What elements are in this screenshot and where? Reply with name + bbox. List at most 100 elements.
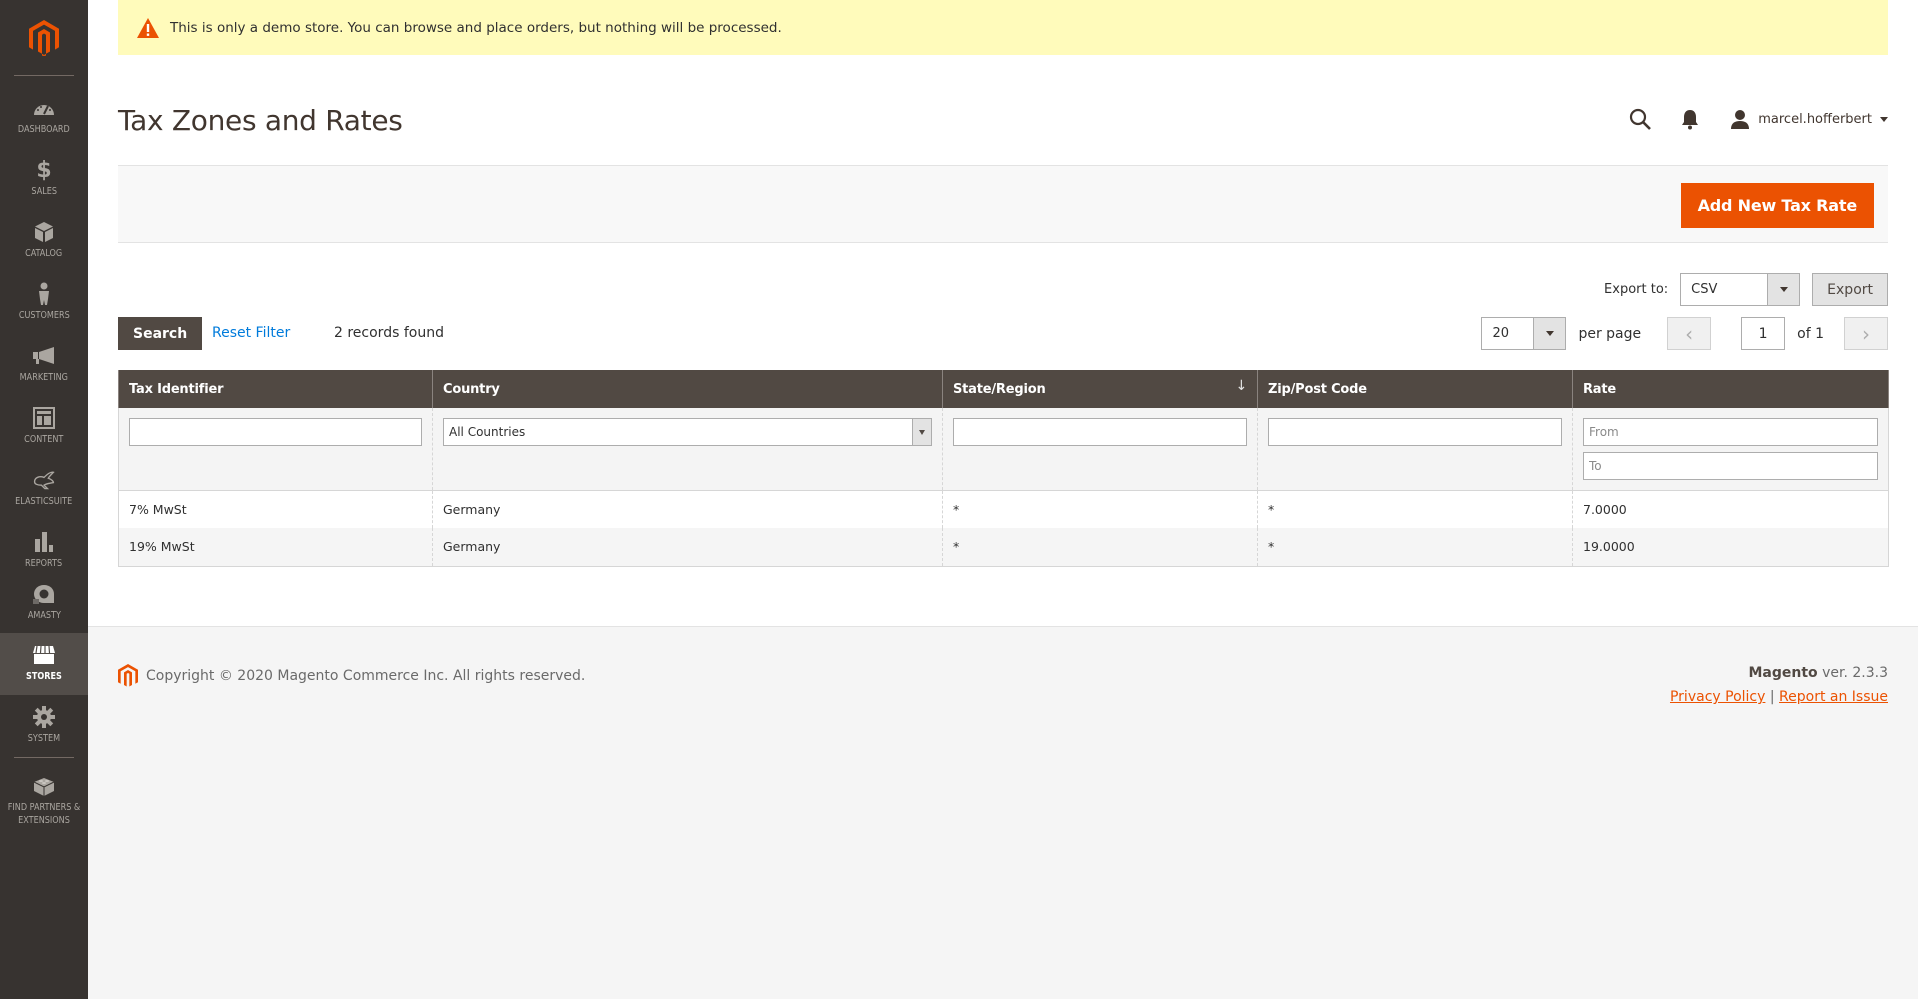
grid-header-row: Tax Identifier Country State/Region ↓ Zip… — [118, 370, 1889, 408]
filter-cell — [118, 408, 433, 491]
column-label: Zip/Post Code — [1268, 381, 1367, 397]
magento-logo[interactable] — [0, 0, 88, 76]
grid-filter-row: All Countries — [118, 408, 1889, 491]
megaphone-icon — [32, 344, 56, 368]
sidebar-item-system[interactable]: System — [0, 695, 88, 757]
layout-icon — [32, 406, 56, 430]
header-actions: marcel.hofferbert — [1628, 104, 1888, 134]
export-format-select[interactable]: CSV — [1680, 273, 1801, 306]
privacy-policy-link[interactable]: Privacy Policy — [1670, 689, 1765, 705]
tax-rates-grid: Tax Identifier Country State/Region ↓ Zip… — [118, 370, 1889, 567]
page-title: Tax Zones and Rates — [118, 104, 403, 137]
warning-icon — [137, 17, 159, 38]
sidebar-item-dashboard[interactable]: Dashboard — [0, 86, 88, 148]
gear-icon — [32, 705, 56, 729]
per-page-select[interactable]: 20 — [1481, 317, 1567, 350]
column-header-tax-identifier[interactable]: Tax Identifier — [118, 370, 433, 408]
add-new-tax-rate-button[interactable]: Add New Tax Rate — [1680, 183, 1874, 228]
total-pages-label: of 1 — [1797, 325, 1824, 342]
column-label: Tax Identifier — [129, 381, 224, 397]
zip-filter-input[interactable] — [1268, 418, 1562, 446]
sidebar-item-catalog[interactable]: Catalog — [0, 210, 88, 272]
export-format-value: CSV — [1691, 282, 1718, 297]
report-issue-link[interactable]: Report an Issue — [1779, 689, 1888, 705]
cell-country: Germany — [432, 528, 943, 567]
rate-to-filter-input[interactable] — [1583, 452, 1878, 480]
sidebar-item-sales[interactable]: $ Sales — [0, 148, 88, 210]
demo-notice-text: This is only a demo store. You can brows… — [170, 19, 782, 36]
copyright-text: Copyright © 2020 Magento Commerce Inc. A… — [146, 668, 586, 684]
demo-notice-banner: This is only a demo store. You can brows… — [118, 0, 1888, 55]
reset-filter-link[interactable]: Reset Filter — [212, 325, 290, 341]
notifications-bell-icon[interactable] — [1680, 108, 1700, 130]
sidebar-item-elasticsuite[interactable]: Elasticsuite — [0, 458, 88, 520]
sidebar-label: Sales — [31, 186, 57, 197]
state-region-filter-input[interactable] — [953, 418, 1247, 446]
table-row[interactable]: 7% MwSt Germany * * 7.0000 — [118, 490, 1889, 528]
chevron-down-icon — [1880, 116, 1888, 122]
table-row[interactable]: 19% MwSt Germany * * 19.0000 — [118, 528, 1889, 567]
current-page-input[interactable] — [1741, 317, 1786, 350]
column-header-rate[interactable]: Rate — [1572, 370, 1889, 408]
column-label: Rate — [1583, 381, 1617, 397]
amasty-icon — [32, 582, 56, 606]
person-icon — [32, 282, 56, 306]
sidebar-label: Dashboard — [18, 124, 70, 135]
search-button[interactable]: Search — [118, 317, 203, 350]
store-icon — [32, 643, 56, 667]
box-icon — [32, 220, 56, 244]
sidebar-label: Content — [24, 434, 64, 445]
chevron-down-icon — [912, 419, 931, 445]
filter-cell — [1572, 408, 1889, 491]
next-page-button[interactable]: › — [1844, 317, 1888, 350]
sidebar-item-content[interactable]: Content — [0, 396, 88, 458]
sidebar-item-amasty[interactable]: Amasty — [0, 572, 88, 634]
sidebar-label: Marketing — [19, 372, 69, 383]
page-footer: Copyright © 2020 Magento Commerce Inc. A… — [88, 626, 1918, 999]
sidebar-label: Find Partners & Extensions — [7, 802, 81, 826]
country-filter-select[interactable]: All Countries — [443, 418, 932, 446]
search-icon[interactable] — [1628, 107, 1652, 131]
export-controls: Export to: CSV Export — [1604, 273, 1888, 306]
chevron-right-icon: › — [1862, 321, 1870, 346]
lego-icon — [32, 774, 56, 798]
pagination: 20 per page ‹ of 1 › — [1481, 317, 1888, 350]
country-filter-value: All Countries — [449, 425, 526, 439]
sidebar-item-marketing[interactable]: Marketing — [0, 334, 88, 396]
column-header-state-region[interactable]: State/Region ↓ — [942, 370, 1258, 408]
filter-cell — [942, 408, 1258, 491]
column-label: Country — [443, 381, 500, 397]
sidebar-divider — [14, 757, 74, 758]
cell-zip: * — [1257, 528, 1573, 567]
column-header-country[interactable]: Country — [432, 370, 943, 408]
chevron-left-icon: ‹ — [1685, 321, 1694, 346]
user-icon — [1731, 110, 1750, 129]
column-label: State/Region — [953, 381, 1046, 397]
admin-sidebar: Dashboard $ Sales Catalog Customers Mark… — [0, 0, 88, 999]
cell-state-region: * — [942, 490, 1258, 528]
filter-cell — [1257, 408, 1573, 491]
rate-from-filter-input[interactable] — [1583, 418, 1878, 446]
export-label: Export to: — [1604, 282, 1669, 297]
sidebar-item-customers[interactable]: Customers — [0, 272, 88, 334]
rabbit-icon — [32, 468, 56, 492]
link-separator: | — [1769, 689, 1775, 705]
sidebar-divider — [14, 75, 74, 76]
sidebar-label: System — [27, 733, 61, 744]
column-header-zip-post-code[interactable]: Zip/Post Code — [1257, 370, 1573, 408]
export-button[interactable]: Export — [1812, 273, 1888, 306]
bar-chart-icon — [32, 530, 56, 554]
sidebar-item-stores[interactable]: Stores — [0, 633, 88, 695]
chevron-down-icon — [1533, 318, 1566, 349]
sidebar-item-find-partners[interactable]: Find Partners & Extensions — [0, 764, 88, 828]
tax-identifier-filter-input[interactable] — [129, 418, 422, 446]
previous-page-button[interactable]: ‹ — [1667, 317, 1712, 350]
page-actions-bar: Add New Tax Rate — [118, 165, 1888, 243]
cell-country: Germany — [432, 490, 943, 528]
cell-tax-identifier: 19% MwSt — [118, 528, 433, 567]
user-account-menu[interactable]: marcel.hofferbert — [1730, 109, 1888, 129]
sidebar-label: Elasticsuite — [15, 496, 73, 507]
cell-rate: 7.0000 — [1572, 490, 1889, 528]
sidebar-label: Customers — [18, 310, 70, 321]
brand-name: Magento — [1748, 665, 1818, 681]
